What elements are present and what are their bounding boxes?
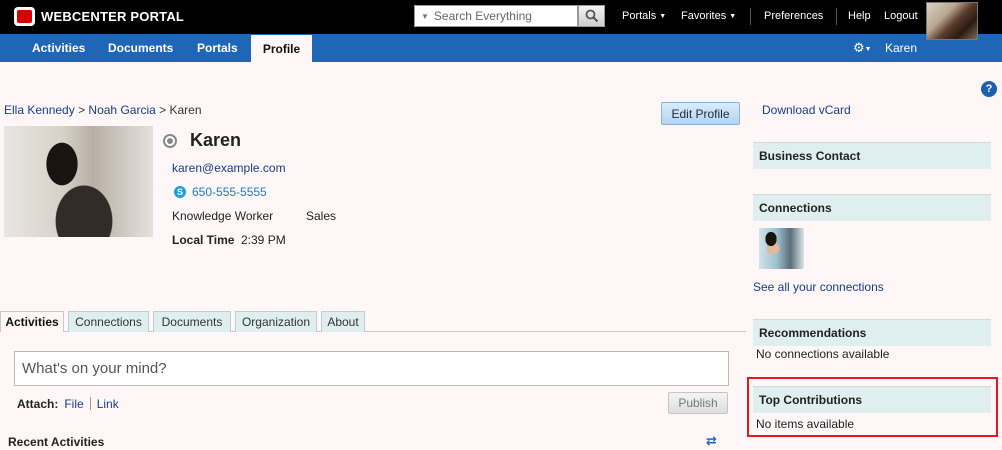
tab-activities[interactable]: Activities [0,311,64,332]
portals-menu-label: Portals [622,10,657,22]
divider [750,8,751,25]
see-all-connections-link[interactable]: See all your connections [753,280,884,294]
tab-organization[interactable]: Organization [235,311,317,332]
search-button[interactable] [578,5,605,27]
breadcrumb-item[interactable]: Noah Garcia [88,103,155,117]
profile-name: Karen [190,130,242,150]
local-time-label: Local Time [172,233,235,247]
attach-file-link[interactable]: File [64,397,83,411]
webcenter-logo-icon [14,7,35,26]
favorites-menu[interactable]: Favorites ▼ [681,10,736,22]
department: Sales [306,209,337,223]
attach-label: Attach: [17,397,59,411]
email-link[interactable]: karen@example.com [172,161,286,175]
recommendations-empty-text: No connections available [756,347,890,361]
chevron-down-icon: ▼ [729,13,737,20]
local-time-value: 2:39 PM [241,233,286,247]
attach-link-link[interactable]: Link [97,397,119,411]
phone-link[interactable]: 650-555-5555 [192,185,267,199]
connections-header[interactable]: Connections [753,194,991,221]
chevron-down-icon: ▼ [864,46,872,53]
favorites-menu-label: Favorites [681,10,727,22]
profile-photo [4,126,153,237]
breadcrumb-item[interactable]: Ella Kennedy [4,103,75,117]
help-icon[interactable]: ? [981,81,997,97]
skype-icon: S [174,186,186,198]
breadcrumb: Ella Kennedy > Noah Garcia > Karen [4,103,202,117]
highlight-box [747,377,998,437]
nav-tab-profile[interactable]: Profile [251,35,312,62]
refresh-icon[interactable]: ⇄ [706,434,720,448]
current-user-name[interactable]: Karen [885,41,917,55]
help-link[interactable]: Help [848,10,871,22]
breadcrumb-separator: > [159,103,167,117]
job-title: Knowledge Worker [172,209,274,223]
status-update-input[interactable] [14,351,729,386]
nav-tab-activities[interactable]: Activities [32,41,85,55]
edit-profile-button[interactable]: Edit Profile [661,102,740,125]
tab-about[interactable]: About [321,311,365,332]
breadcrumb-current: Karen [169,103,202,117]
search-input[interactable] [433,9,564,23]
settings-menu[interactable]: ⚙▼ [853,40,872,56]
recommendations-header[interactable]: Recommendations [753,319,991,346]
nav-tab-portals[interactable]: Portals [197,41,238,55]
gear-icon: ⚙ [853,40,865,55]
top-header-bar: WEBCENTER PORTAL ▼ Portals▼ Favorites▼ P… [0,0,1002,34]
divider [89,397,91,410]
main-nav-bar: Activities Documents Portals Profile ⚙▼ … [0,34,1002,62]
nav-tab-documents[interactable]: Documents [108,41,173,55]
portals-menu[interactable]: Portals ▼ [622,10,666,22]
brand[interactable]: WEBCENTER PORTAL [14,7,184,26]
search-icon [585,9,598,23]
brand-title: WEBCENTER PORTAL [41,9,185,24]
chevron-down-icon: ▼ [659,13,667,20]
search-box: ▼ [414,5,578,27]
tab-connections[interactable]: Connections [68,311,149,332]
breadcrumb-separator: > [78,103,86,117]
tab-documents[interactable]: Documents [153,311,231,332]
preferences-link[interactable]: Preferences [764,10,823,22]
presence-status-icon [163,134,177,148]
logout-link[interactable]: Logout [884,10,918,22]
attach-row: Attach: File Link [17,397,119,411]
search-scope-dropdown-icon[interactable]: ▼ [421,12,429,21]
recent-activities-title: Recent Activities [8,435,105,449]
business-contact-header[interactable]: Business Contact [753,142,991,169]
user-avatar[interactable] [926,2,978,40]
divider [836,8,837,25]
download-vcard-link[interactable]: Download vCard [762,103,851,117]
connection-avatar[interactable] [759,228,804,269]
publish-button[interactable]: Publish [668,392,728,414]
